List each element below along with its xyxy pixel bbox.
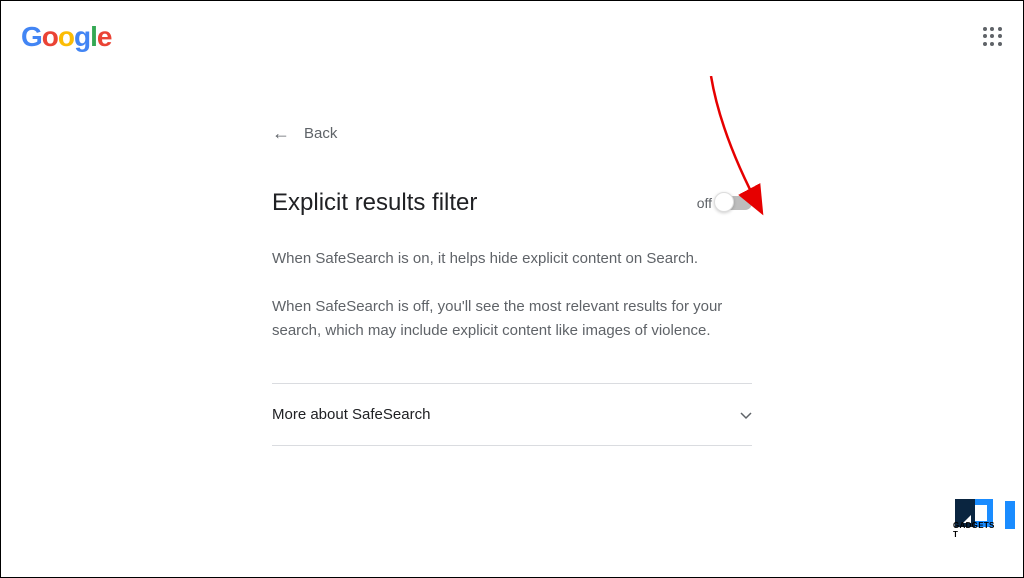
safesearch-toggle[interactable]	[716, 196, 752, 210]
watermark-text: GADGETS T	[953, 521, 997, 539]
description-safesearch-on: When SafeSearch is on, it helps hide exp…	[272, 247, 752, 271]
chevron-down-icon	[740, 407, 752, 423]
apps-grid-icon[interactable]	[983, 27, 1003, 47]
back-button[interactable]: ← Back	[272, 123, 752, 144]
google-logo[interactable]: Google	[21, 21, 111, 53]
watermark: GADGETS T	[953, 493, 1015, 537]
description-safesearch-off: When SafeSearch is off, you'll see the m…	[272, 295, 752, 343]
toggle-knob	[714, 192, 734, 212]
back-label: Back	[304, 125, 337, 142]
toggle-state-label: off	[697, 195, 712, 211]
arrow-left-icon: ←	[272, 123, 290, 144]
more-about-safesearch[interactable]: More about SafeSearch	[272, 383, 752, 446]
watermark-bar	[1005, 501, 1015, 529]
expandable-title: More about SafeSearch	[272, 406, 430, 423]
watermark-logo: GADGETS T	[953, 493, 997, 537]
page-title: Explicit results filter	[272, 189, 477, 217]
